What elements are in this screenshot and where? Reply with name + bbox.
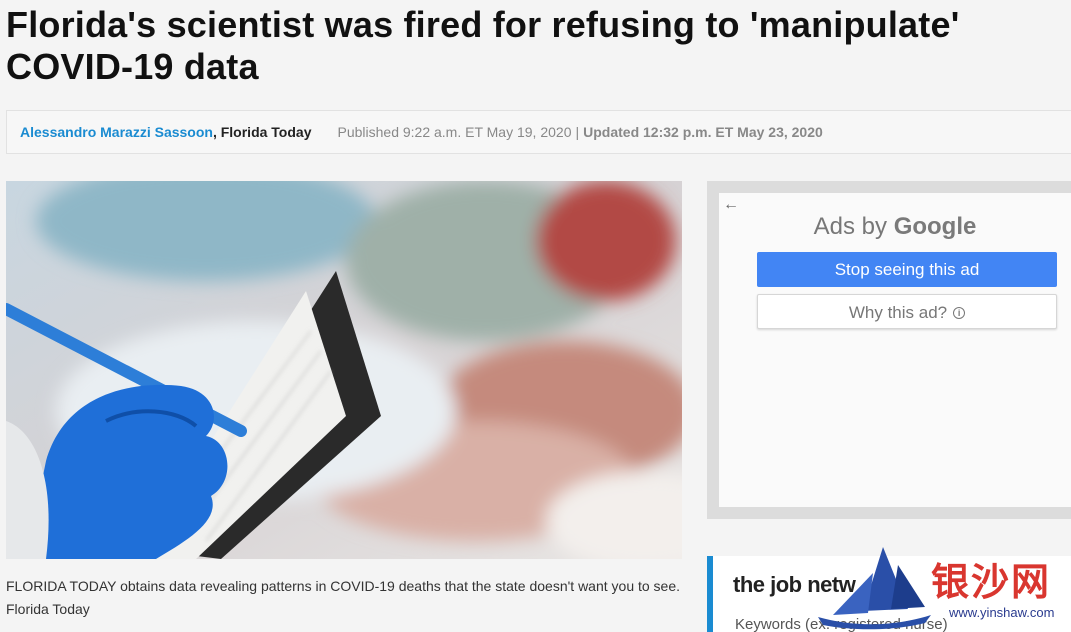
article-headline: Florida's scientist was fired for refusi… — [6, 4, 1066, 88]
updated-timestamp: Updated 12:32 p.m. ET May 23, 2020 — [583, 124, 823, 140]
sailboat-logo-icon — [818, 547, 931, 630]
published-timestamp: Published 9:22 a.m. ET May 19, 2020 — [337, 124, 572, 140]
watermark-url: www.yinshaw.com — [949, 605, 1055, 620]
why-this-ad-label: Why this ad? — [848, 303, 948, 322]
byline-separator: , — [212, 124, 217, 140]
ad-panel: ← Ads by Google Stop seeing this ad Why … — [707, 181, 1071, 519]
why-this-ad-button[interactable]: Why this ad? i — [757, 294, 1057, 329]
watermark: 银沙网 www.yinshaw.com — [813, 543, 1071, 632]
watermark-chars: 银沙网 — [931, 560, 1052, 604]
stop-seeing-ad-button[interactable]: Stop seeing this ad — [757, 252, 1057, 287]
hero-photo-illustration — [6, 181, 682, 559]
ads-by-google-label: Ads by Google — [719, 213, 1071, 241]
ad-inner: ← Ads by Google Stop seeing this ad Why … — [719, 193, 1071, 507]
headline-line-1: Florida's scientist was fired for refusi… — [6, 4, 960, 45]
image-caption: FLORIDA TODAY obtains data revealing pat… — [6, 578, 681, 617]
ads-by-text: Ads by — [813, 213, 888, 240]
author-link[interactable]: Alessandro Marazzi Sassoon — [20, 124, 213, 140]
info-icon: i — [953, 307, 966, 319]
byline-bar: Alessandro Marazzi Sassoon, Florida Toda… — [6, 110, 1071, 154]
google-logo-text: Google — [893, 213, 977, 240]
back-arrow-icon[interactable]: ← — [721, 195, 741, 215]
headline-line-2: COVID-19 data — [6, 46, 259, 87]
hero-image[interactable] — [6, 181, 682, 559]
job-logo-the: the — [733, 572, 765, 597]
timestamp-divider: | — [575, 124, 580, 140]
outlet-name: Florida Today — [220, 124, 312, 140]
